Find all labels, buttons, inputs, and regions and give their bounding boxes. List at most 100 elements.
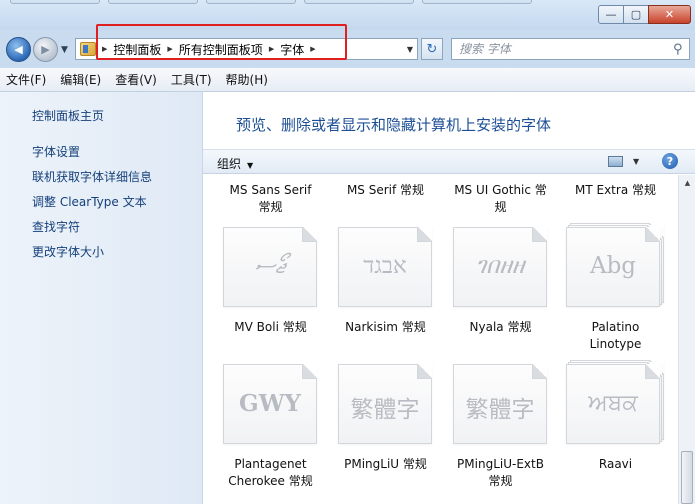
breadcrumb-control-panel[interactable]: 控制面板 xyxy=(113,41,161,58)
font-item[interactable]: ޖޯސ MV Boli 常规 xyxy=(213,227,328,362)
get-font-info-online-link[interactable]: 联机获取字体详细信息 xyxy=(32,168,152,193)
font-name: Nyala 常规 xyxy=(469,320,532,334)
back-arrow-icon: ◀ xyxy=(14,43,23,56)
chevron-down-icon: ▼ xyxy=(247,161,254,170)
organize-label: 组织 xyxy=(217,157,242,171)
font-item[interactable]: 繁體字 PMingLiU-ExtB 常规 xyxy=(443,364,558,499)
font-label: Plantagenet Cherokee 常规 xyxy=(213,456,328,490)
scroll-thumb[interactable] xyxy=(681,451,693,504)
address-dropdown-icon[interactable]: ▼ xyxy=(407,45,413,54)
font-item[interactable]: MT Extra 常规 xyxy=(558,182,673,199)
font-name: Palatino xyxy=(591,320,640,334)
adjust-cleartype-link[interactable]: 调整 ClearType 文本 xyxy=(32,193,152,218)
font-label: PMingLiU 常规 xyxy=(328,456,443,473)
font-item[interactable]: Abg Palatino Linotype xyxy=(558,223,673,362)
font-label: Nyala 常规 xyxy=(443,319,558,336)
font-sample: Abg xyxy=(589,253,637,279)
scroll-up-icon[interactable]: ▲ xyxy=(679,175,695,192)
address-bar[interactable]: ▶ 控制面板 ▶ 所有控制面板项 ▶ 字体 ▶ ▼ xyxy=(75,38,418,60)
font-label: PMingLiU-ExtB 常规 xyxy=(443,456,558,490)
font-label: Narkisim 常规 xyxy=(328,319,443,336)
font-item[interactable]: GWY Plantagenet Cherokee 常规 xyxy=(213,364,328,499)
breadcrumb-arrow-icon[interactable]: ▶ xyxy=(167,45,172,53)
window-controls: — ▢ ✕ xyxy=(598,5,691,24)
fonts-content: 预览、删除或者显示和隐藏计算机上安装的字体 组织 ▼ ▼ ? ▲ MS Sans … xyxy=(203,92,695,504)
font-name: MV Boli 常规 xyxy=(234,320,307,334)
view-options-icon[interactable]: ▼ xyxy=(633,157,639,166)
maximize-button[interactable]: ▢ xyxy=(623,5,649,24)
minimize-button[interactable]: — xyxy=(598,5,624,24)
menu-file[interactable]: 文件(F) xyxy=(6,71,46,88)
font-settings-link[interactable]: 字体设置 xyxy=(32,143,152,168)
page-title: 预览、删除或者显示和隐藏计算机上安装的字体 xyxy=(236,116,552,134)
font-item[interactable]: MS Sans Serif 常规 xyxy=(213,182,328,216)
vertical-scrollbar[interactable]: ▲ xyxy=(678,175,695,504)
breadcrumb-all-items[interactable]: 所有控制面板项 xyxy=(179,41,263,58)
font-item[interactable]: MS UI Gothic 常 规 xyxy=(443,182,558,216)
background-tab[interactable] xyxy=(304,0,414,4)
background-tab[interactable] xyxy=(422,0,532,4)
forward-arrow-icon: ▶ xyxy=(41,43,50,56)
font-thumbnail: 繁體字 xyxy=(338,364,432,444)
font-thumbnail: ޖޯސ xyxy=(223,227,317,307)
font-name-line2: Cherokee 常规 xyxy=(228,474,313,488)
search-box[interactable]: ⚲ xyxy=(451,38,690,60)
minimize-icon: — xyxy=(605,8,617,21)
refresh-icon: ↻ xyxy=(426,41,438,57)
task-pane: 控制面板主页 字体设置 联机获取字体详细信息 调整 ClearType 文本 查… xyxy=(0,92,203,504)
change-view-icon[interactable] xyxy=(608,156,623,167)
close-icon: ✕ xyxy=(664,8,675,21)
font-item[interactable]: ਅਬਕ Raavi xyxy=(558,360,673,499)
menu-bar: 文件(F) 编辑(E) 查看(V) 工具(T) 帮助(H) xyxy=(0,68,695,92)
font-sample: ਅਬਕ xyxy=(588,390,638,416)
font-label: Palatino Linotype xyxy=(558,319,673,353)
font-sample: 繁體字 xyxy=(350,397,420,423)
back-button[interactable]: ◀ xyxy=(6,37,31,62)
control-panel-home-link[interactable]: 控制面板主页 xyxy=(32,107,104,124)
organize-button[interactable]: 组织 ▼ xyxy=(217,155,253,172)
font-family-thumbnail: ਅਬਕ xyxy=(566,360,664,444)
window-titlebar: — ▢ ✕ xyxy=(0,0,695,30)
help-button[interactable]: ? xyxy=(662,153,678,169)
recent-pages-dropdown[interactable]: ▼ xyxy=(61,45,68,55)
refresh-button[interactable]: ↻ xyxy=(421,38,443,60)
forward-button[interactable]: ▶ xyxy=(33,37,58,62)
font-thumbnail: אבגד xyxy=(338,227,432,307)
font-item[interactable]: 繁體字 PMingLiU 常规 xyxy=(328,364,443,499)
font-style: 常规 xyxy=(258,200,283,214)
font-item[interactable]: MS Serif 常规 xyxy=(328,182,443,199)
menu-tools[interactable]: 工具(T) xyxy=(171,71,212,88)
font-item[interactable]: אבגד Narkisim 常规 xyxy=(328,227,443,362)
menu-view[interactable]: 查看(V) xyxy=(115,71,157,88)
font-name: Raavi xyxy=(598,457,633,471)
font-name: PMingLiU 常规 xyxy=(344,457,427,471)
change-font-size-link[interactable]: 更改字体大小 xyxy=(32,243,152,268)
menu-edit[interactable]: 编辑(E) xyxy=(60,71,101,88)
font-name: MS Sans Serif xyxy=(229,183,312,197)
background-tab[interactable] xyxy=(206,0,296,4)
font-thumbnail: ገበዘዘ xyxy=(453,227,547,307)
breadcrumb-arrow-icon[interactable]: ▶ xyxy=(269,45,274,53)
search-input[interactable] xyxy=(452,39,670,59)
find-character-link[interactable]: 查找字符 xyxy=(32,218,152,243)
help-icon: ? xyxy=(666,154,674,168)
font-name: MS Serif 常规 xyxy=(346,183,425,197)
font-label: MV Boli 常规 xyxy=(213,319,328,336)
background-tab[interactable] xyxy=(108,0,198,4)
background-tab[interactable] xyxy=(10,0,100,4)
breadcrumb-arrow-icon[interactable]: ▶ xyxy=(310,45,315,53)
menu-help[interactable]: 帮助(H) xyxy=(226,71,268,88)
font-name-line2: Linotype xyxy=(589,337,642,351)
font-label: Raavi xyxy=(558,456,673,473)
font-sample: ޖޯސ xyxy=(254,253,286,279)
control-panel-icon xyxy=(80,42,96,56)
font-sample: 繁體字 xyxy=(465,397,535,423)
breadcrumb-fonts[interactable]: 字体 xyxy=(280,41,304,58)
chevron-down-icon: ▼ xyxy=(61,45,68,55)
search-icon[interactable]: ⚲ xyxy=(670,42,686,57)
font-thumbnail: GWY xyxy=(223,364,317,444)
close-button[interactable]: ✕ xyxy=(648,5,691,24)
font-sample: אבגד xyxy=(363,253,407,279)
font-item[interactable]: ገበዘዘ Nyala 常规 xyxy=(443,227,558,362)
breadcrumb-arrow-icon[interactable]: ▶ xyxy=(102,45,107,53)
